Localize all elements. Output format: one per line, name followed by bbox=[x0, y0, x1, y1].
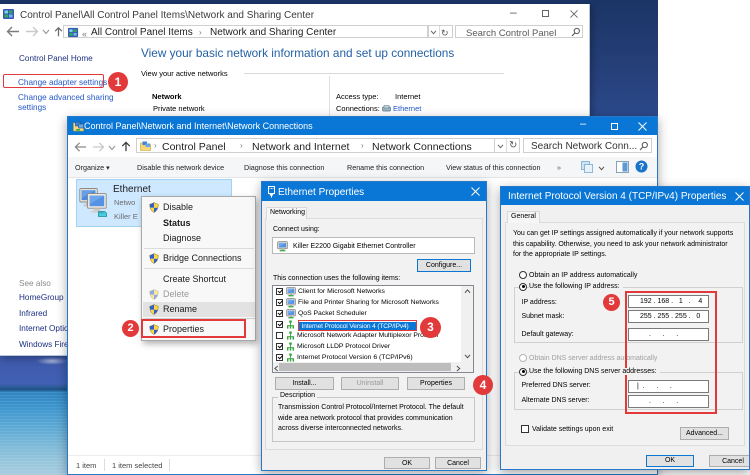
svg-text:?: ? bbox=[639, 162, 645, 172]
